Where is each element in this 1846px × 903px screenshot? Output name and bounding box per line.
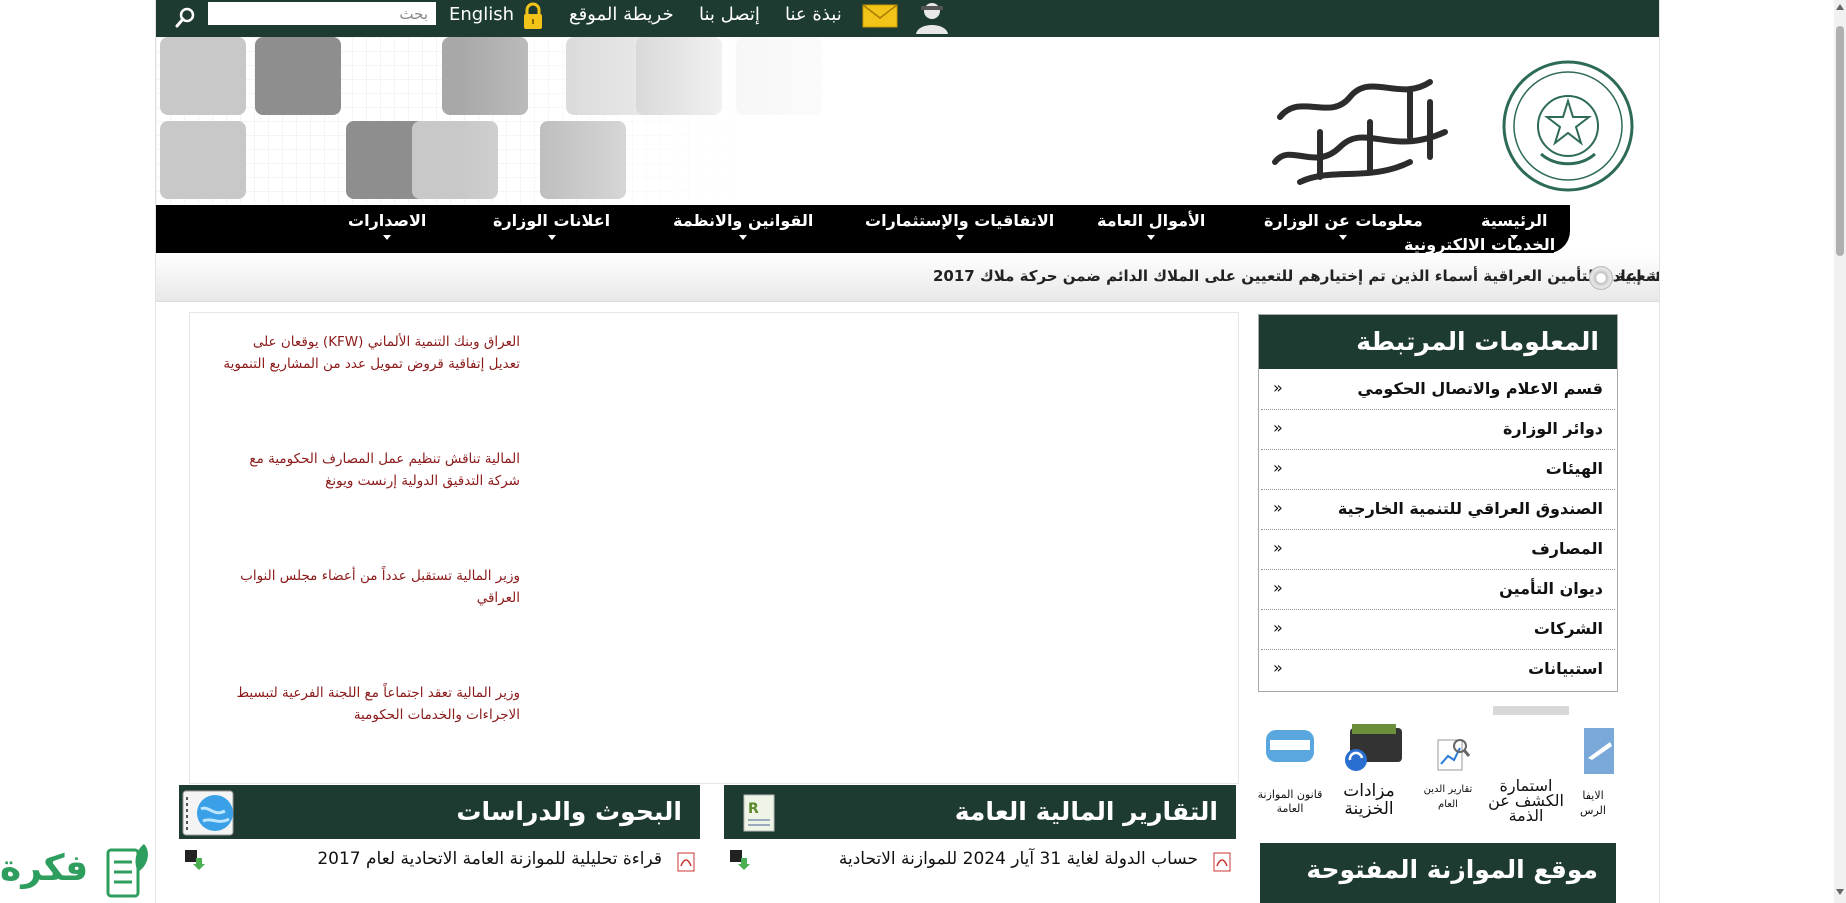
ticker-bullet-icon <box>1589 266 1613 290</box>
service-item-3[interactable]: تقارير الدين العام <box>1416 718 1480 828</box>
research-header: البحوث والدراسات <box>179 785 700 839</box>
scrollbar-thumb[interactable] <box>1836 26 1844 256</box>
double-chevron-icon: » <box>1273 618 1283 637</box>
about-link[interactable]: نبذة عنا <box>785 4 842 25</box>
related-item-companies[interactable]: الشركات» <box>1261 610 1615 650</box>
financial-reports-title: التقارير المالية العامة <box>954 797 1218 826</box>
globe-icon <box>182 790 234 836</box>
chart-icon <box>1437 739 1470 771</box>
wallet-icon <box>1345 724 1402 771</box>
service-item-4[interactable]: مزادات الخزينة <box>1330 718 1408 828</box>
nav-item-agreements[interactable]: الاتفاقيات والإستثمارات <box>865 211 1054 240</box>
double-chevron-icon: » <box>1273 538 1283 557</box>
page-scrollbar[interactable] <box>1834 0 1846 903</box>
services-carousel-indicator[interactable] <box>1493 706 1569 715</box>
double-chevron-icon: » <box>1273 378 1283 397</box>
nav-item-e-services[interactable]: الخدمات الالكترونية <box>1404 235 1555 253</box>
related-item-surveys[interactable]: استبيانات» <box>1261 650 1615 689</box>
related-item-insurance[interactable]: ديوان التأمين» <box>1261 570 1615 610</box>
related-item-bodies[interactable]: الهيئات» <box>1261 450 1615 490</box>
notebook-leaf-icon <box>106 844 148 898</box>
financial-reports-header: التقارير المالية العامة R <box>724 785 1236 839</box>
news-item-2[interactable]: المالية تناقش تنظيم عمل المصارف الحكومية… <box>220 448 520 492</box>
open-budget-title: موقع الموازنة المفتوحة <box>1306 855 1598 884</box>
plane-icon <box>1584 728 1614 774</box>
sitemap-link[interactable]: خريطة الموقع <box>569 4 674 25</box>
ministry-seal-logo <box>1502 60 1634 192</box>
related-info-header: المعلومات المرتبطة <box>1259 315 1617 369</box>
contact-link[interactable]: إتصل بنا <box>699 4 760 25</box>
site-header <box>156 37 1659 205</box>
download-icon[interactable] <box>728 848 750 870</box>
research-title: البحوث والدراسات <box>456 797 682 826</box>
nav-item-about-ministry[interactable]: معلومات عن الوزارة <box>1264 211 1423 240</box>
related-item-media[interactable]: قسم الاعلام والاتصال الحكومي» <box>1261 370 1615 410</box>
service-form-label: استمارة الكشف عن الذمة <box>1488 776 1564 825</box>
svg-text:R: R <box>748 801 759 817</box>
mail-icon[interactable] <box>862 4 898 28</box>
news-item-4[interactable]: وزير المالية تعقد اجتماعاً مع اللجنة الف… <box>220 682 520 726</box>
service-item-5[interactable]: قانون الموازنة العامة <box>1254 718 1326 828</box>
nav-item-public-funds[interactable]: الأموال العامة <box>1097 211 1205 240</box>
ticker-text[interactable]: تعلن شركة إعادة التأمين العراقية أسماء ا… <box>933 267 1659 285</box>
double-chevron-icon: » <box>1273 658 1283 677</box>
double-chevron-icon: » <box>1273 578 1283 597</box>
scroll-down-icon[interactable] <box>1836 889 1844 895</box>
news-panel: العراق وبنك التنمية الألماني (KFW) يوقعا… <box>189 312 1239 784</box>
service-item-2[interactable]: استمارة الكشف عن الذمة <box>1486 718 1566 828</box>
service-item-1[interactable]: الايفا الرس <box>1570 718 1616 828</box>
related-item-banks[interactable]: المصارف» <box>1261 530 1615 570</box>
english-link[interactable]: English <box>449 4 514 25</box>
scroll-up-icon[interactable] <box>1836 4 1844 10</box>
download-icon[interactable] <box>183 848 205 870</box>
budget-icon <box>1266 730 1314 762</box>
ticker-text-tail[interactable]: الشعبية <box>1616 267 1659 285</box>
top-bar: English خريطة الموقع إتصل بنا نبذة عنا <box>156 0 1659 37</box>
related-item-departments[interactable]: دوائر الوزارة» <box>1261 410 1615 450</box>
double-chevron-icon: » <box>1273 458 1283 477</box>
main-nav: الرئيسية معلومات عن الوزارة الأموال العا… <box>156 205 1659 253</box>
related-item-fund[interactable]: الصندوق العراقي للتنمية الخارجية» <box>1261 490 1615 530</box>
news-ticker: تعلن شركة إعادة التأمين العراقية أسماء ا… <box>156 253 1659 302</box>
search-icon[interactable] <box>174 6 198 30</box>
news-item-3[interactable]: وزير المالية تستقبل عدداً من أعضاء مجلس … <box>220 565 520 609</box>
ministry-calligraphy-logo <box>1272 79 1448 185</box>
search-input[interactable] <box>208 2 436 25</box>
watermark-logo: فكرة <box>0 842 152 902</box>
nav-item-publications[interactable]: الاصدارات <box>348 211 426 240</box>
header-banner <box>156 37 916 205</box>
news-item-1[interactable]: العراق وبنك التنمية الألماني (KFW) يوقعا… <box>220 331 520 375</box>
double-chevron-icon: » <box>1273 418 1283 437</box>
pdf-icon <box>1213 852 1231 872</box>
related-info-title: المعلومات المرتبطة <box>1356 327 1599 356</box>
nav-item-home[interactable]: الرئيسية <box>1481 211 1548 240</box>
open-budget-header[interactable]: موقع الموازنة المفتوحة <box>1260 843 1616 903</box>
financial-report-row[interactable]: حساب الدولة لغاية 31 آيار 2024 للموازنة … <box>724 840 1236 880</box>
page: English خريطة الموقع إتصل بنا نبذة عنا <box>155 0 1660 903</box>
pdf-icon <box>677 852 695 872</box>
research-row[interactable]: قراءة تحليلية للموازنة العامة الاتحادية … <box>179 840 700 880</box>
related-info-panel: المعلومات المرتبطة قسم الاعلام والاتصال … <box>1258 314 1618 692</box>
report-document-icon: R <box>743 794 775 832</box>
nav-item-announcements[interactable]: اعلانات الوزارة <box>493 211 610 240</box>
double-chevron-icon: » <box>1273 498 1283 517</box>
user-icon[interactable] <box>912 0 952 34</box>
lock-icon[interactable] <box>522 2 544 30</box>
nav-item-laws[interactable]: القوانين والانظمة <box>673 211 813 240</box>
